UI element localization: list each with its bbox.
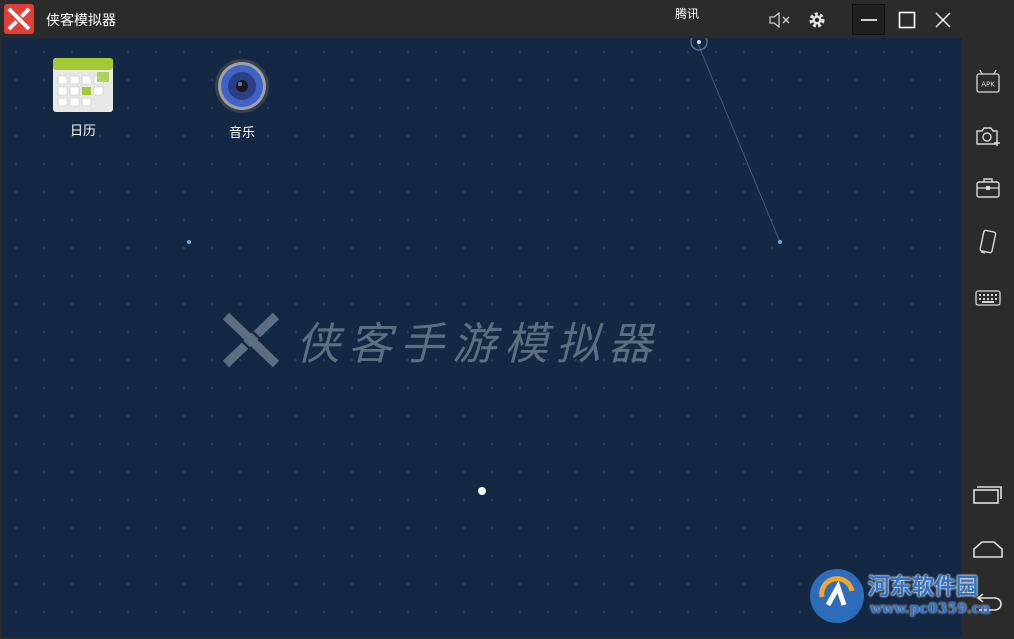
watermark: 侠客手游模拟器 xyxy=(220,308,660,372)
app-label: 日历 xyxy=(69,124,96,139)
minimize-icon xyxy=(860,18,877,21)
page-indicator xyxy=(478,487,486,495)
site-watermark: 河东软件园 www.pc0359.cn xyxy=(808,567,1014,627)
recent-apps-button[interactable] xyxy=(972,478,1004,510)
apk-icon: APK xyxy=(976,69,1000,93)
maximize-icon xyxy=(898,11,915,28)
speaker-mute-icon xyxy=(769,11,790,28)
settings-button[interactable] xyxy=(801,5,833,34)
android-home-screen[interactable]: 日历 音乐 侠客手游模拟器 xyxy=(2,38,962,637)
emulator-logo-icon xyxy=(222,312,280,368)
site-logo-icon xyxy=(810,569,864,623)
window-title: 侠客模拟器 xyxy=(46,13,116,29)
app-label: 音乐 xyxy=(228,126,255,141)
phone-rotate-icon xyxy=(979,229,997,254)
home-icon xyxy=(973,541,1003,558)
toolbox-button[interactable] xyxy=(972,172,1004,204)
calendar-icon xyxy=(53,58,113,112)
mute-button[interactable] xyxy=(764,5,796,34)
minimize-button[interactable] xyxy=(852,4,885,35)
tencent-label: 腾讯 xyxy=(675,7,700,21)
keyboard-icon xyxy=(975,290,1001,306)
gear-icon xyxy=(809,12,825,27)
emulator-window: 侠客模拟器 腾讯 日历 音乐 侠客手游模拟器 APK 河东软件园 www.pc0… xyxy=(0,0,1014,639)
close-icon xyxy=(935,12,950,27)
watermark-text: 侠客手游模拟器 xyxy=(296,319,660,370)
site-name: 河东软件园 xyxy=(868,574,979,600)
app-calendar[interactable]: 日历 xyxy=(38,58,128,139)
close-button[interactable] xyxy=(927,5,958,34)
maximize-button[interactable] xyxy=(891,5,922,34)
right-toolbar: APK xyxy=(962,38,1014,639)
app-music[interactable]: 音乐 xyxy=(197,58,287,141)
briefcase-icon xyxy=(976,178,1000,198)
rotate-button[interactable] xyxy=(972,226,1004,258)
music-speaker-icon xyxy=(215,59,269,113)
home-button[interactable] xyxy=(972,533,1004,565)
keyboard-button[interactable] xyxy=(972,282,1004,314)
recent-apps-icon xyxy=(973,486,1002,504)
install-apk-button[interactable]: APK xyxy=(972,66,1004,98)
screenshot-button[interactable] xyxy=(972,120,1004,152)
apk-badge-text: APK xyxy=(981,81,995,89)
title-bar[interactable]: 侠客模拟器 腾讯 xyxy=(0,0,1014,38)
site-url: www.pc0359.cn xyxy=(870,601,991,617)
app-logo-icon xyxy=(4,4,34,34)
camera-plus-icon xyxy=(976,127,1000,146)
